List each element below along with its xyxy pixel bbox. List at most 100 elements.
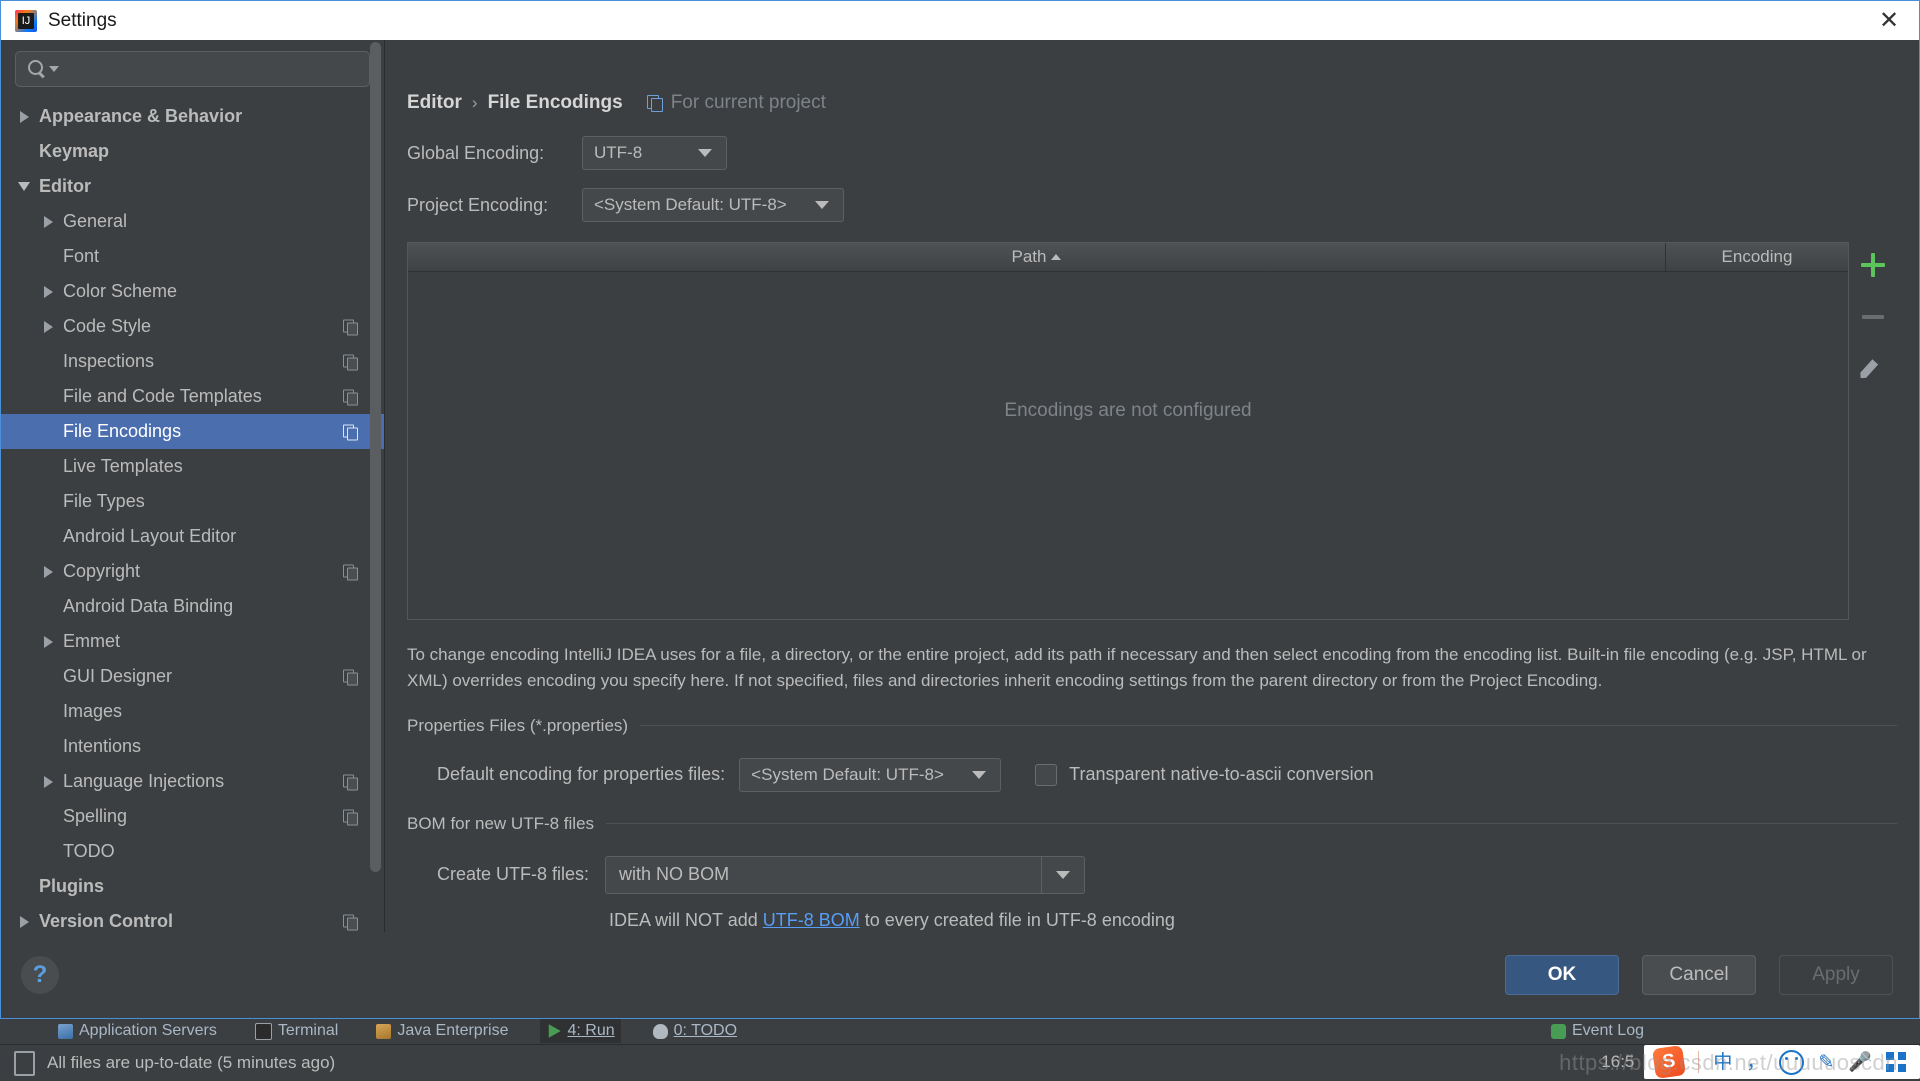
sidebar-item-label: Android Layout Editor	[63, 526, 236, 547]
sidebar-item-live-templates[interactable]: Live Templates	[1, 449, 384, 484]
sidebar-item-android-layout-editor[interactable]: Android Layout Editor	[1, 519, 384, 554]
properties-encoding-combo[interactable]: <System Default: UTF-8>	[739, 758, 1001, 792]
dialog-title: Settings	[48, 10, 117, 32]
transparent-conversion-label: Transparent native-to-ascii conversion	[1069, 764, 1373, 785]
chevron-right-icon[interactable]	[39, 776, 57, 788]
qr-toolbox-icon[interactable]	[1886, 1052, 1906, 1072]
sidebar-item-label: File and Code Templates	[63, 386, 262, 407]
chevron-right-glyph	[44, 776, 53, 788]
edit-encoding-button[interactable]	[1858, 354, 1888, 384]
search-icon	[27, 59, 47, 79]
sidebar-item-file-types[interactable]: File Types	[1, 484, 384, 519]
project-encoding-combo[interactable]: <System Default: UTF-8>	[582, 188, 844, 222]
sidebar-scrollbar[interactable]	[370, 42, 381, 934]
sidebar-scrollbar-thumb[interactable]	[370, 42, 381, 872]
sidebar-item-appearance-behavior[interactable]: Appearance & Behavior	[1, 99, 384, 134]
encodings-table[interactable]: Path Encoding Encodings are not configur…	[407, 242, 1849, 620]
chevron-right-icon[interactable]	[39, 321, 57, 333]
chevron-right-icon[interactable]	[15, 916, 33, 928]
toolwindow-java-enterprise[interactable]: Java Enterprise	[370, 1019, 514, 1043]
sidebar-item-images[interactable]: Images	[1, 694, 384, 729]
search-box[interactable]	[15, 51, 370, 87]
project-encoding-value: <System Default: UTF-8>	[594, 195, 787, 215]
sidebar-item-inspections[interactable]: Inspections	[1, 344, 384, 379]
bom-create-value: with NO BOM	[606, 864, 729, 885]
toolwindow-run[interactable]: 4: Run	[540, 1019, 620, 1043]
sidebar-item-spelling[interactable]: Spelling	[1, 799, 384, 834]
chevron-down-icon[interactable]	[15, 182, 33, 191]
chevron-right-icon[interactable]	[39, 636, 57, 648]
settings-dialog: Settings ✕ Appearance & BehaviorKeymapEd…	[0, 0, 1920, 1019]
smiley-icon[interactable]	[1779, 1050, 1804, 1075]
sidebar-item-font[interactable]: Font	[1, 239, 384, 274]
ime-language-mode[interactable]: 中	[1713, 1053, 1732, 1072]
settings-main-panel: Editor › File Encodings For current proj…	[385, 40, 1919, 932]
toolwindow-todo[interactable]: 0: TODO	[647, 1019, 743, 1043]
chevron-right-icon[interactable]	[39, 216, 57, 228]
sidebar-item-copyright[interactable]: Copyright	[1, 554, 384, 589]
sidebar-item-label: Intentions	[63, 736, 141, 757]
sidebar-item-color-scheme[interactable]: Color Scheme	[1, 274, 384, 309]
column-header-encoding[interactable]: Encoding	[1666, 243, 1848, 271]
sidebar-item-intentions[interactable]: Intentions	[1, 729, 384, 764]
chevron-right-icon[interactable]	[15, 111, 33, 123]
search-input[interactable]	[59, 59, 369, 79]
transparent-conversion-checkbox[interactable]: Transparent native-to-ascii conversion	[1035, 764, 1373, 786]
utf8-bom-link[interactable]: UTF-8 BOM	[763, 910, 860, 930]
close-icon[interactable]: ✕	[1859, 1, 1919, 40]
properties-section-title: Properties Files (*.properties)	[407, 716, 628, 736]
sidebar-item-label: Live Templates	[63, 456, 183, 477]
sidebar-item-label: Emmet	[63, 631, 120, 652]
sidebar-item-android-data-binding[interactable]: Android Data Binding	[1, 589, 384, 624]
sidebar-item-label: Copyright	[63, 561, 140, 582]
chevron-right-glyph	[44, 566, 53, 578]
chevron-right-icon[interactable]	[39, 566, 57, 578]
sidebar-item-file-encodings[interactable]: File Encodings	[1, 414, 384, 449]
handwriting-icon[interactable]: ✎	[1818, 1053, 1834, 1072]
combo-dropdown-button[interactable]	[1041, 857, 1084, 893]
cancel-button[interactable]: Cancel	[1642, 955, 1756, 995]
sogou-ime-icon[interactable]: S	[1652, 1045, 1686, 1079]
sidebar-item-gui-designer[interactable]: GUI Designer	[1, 659, 384, 694]
toolwindow-event-log[interactable]: Event Log	[1545, 1019, 1650, 1043]
bom-create-combo[interactable]: with NO BOM	[605, 856, 1085, 894]
add-encoding-button[interactable]	[1858, 250, 1888, 280]
sogou-ime-toolbar[interactable]: S 中 ， ✎ 🎤	[1644, 1045, 1920, 1079]
sidebar-item-todo[interactable]: TODO	[1, 834, 384, 869]
caret-down-icon[interactable]	[49, 66, 59, 72]
sidebar-item-emmet[interactable]: Emmet	[1, 624, 384, 659]
toolwindow-label: 4: Run	[567, 1022, 614, 1040]
sidebar-item-keymap[interactable]: Keymap	[1, 134, 384, 169]
ok-button[interactable]: OK	[1505, 955, 1619, 995]
sidebar-item-editor[interactable]: Editor	[1, 169, 384, 204]
chevron-down-icon	[972, 771, 986, 779]
copy-project-icon	[647, 95, 663, 111]
toolwindow-application-servers[interactable]: Application Servers	[52, 1019, 223, 1043]
sidebar-item-general[interactable]: General	[1, 204, 384, 239]
run-icon	[546, 1024, 561, 1039]
chevron-right-icon[interactable]	[39, 286, 57, 298]
ime-punctuation-mode[interactable]: ，	[1746, 1053, 1765, 1072]
breadcrumb-parent[interactable]: Editor	[407, 92, 462, 114]
column-header-path[interactable]: Path	[408, 243, 1666, 271]
settings-tree: Appearance & BehaviorKeymapEditorGeneral…	[1, 97, 384, 932]
section-divider	[640, 725, 1897, 726]
sidebar-item-label: Android Data Binding	[63, 596, 233, 617]
table-header-row: Path Encoding	[408, 243, 1848, 272]
help-button[interactable]: ?	[21, 956, 59, 994]
sidebar-item-plugins[interactable]: Plugins	[1, 869, 384, 904]
toolwindow-terminal[interactable]: Terminal	[249, 1019, 344, 1043]
global-encoding-combo[interactable]: UTF-8	[582, 136, 727, 170]
toolwindow-label: Java Enterprise	[397, 1022, 508, 1040]
sidebar-item-label: Code Style	[63, 316, 151, 337]
vcs-icon	[14, 1051, 35, 1076]
sidebar-item-code-style[interactable]: Code Style	[1, 309, 384, 344]
toolwindow-label: 0: TODO	[674, 1022, 737, 1040]
section-divider	[606, 823, 1897, 824]
question-mark-icon: ?	[33, 961, 48, 989]
sidebar-item-version-control[interactable]: Version Control	[1, 904, 384, 932]
microphone-icon[interactable]: 🎤	[1848, 1053, 1872, 1072]
checkbox-box[interactable]	[1035, 764, 1057, 786]
sidebar-item-file-and-code-templates[interactable]: File and Code Templates	[1, 379, 384, 414]
sidebar-item-language-injections[interactable]: Language Injections	[1, 764, 384, 799]
